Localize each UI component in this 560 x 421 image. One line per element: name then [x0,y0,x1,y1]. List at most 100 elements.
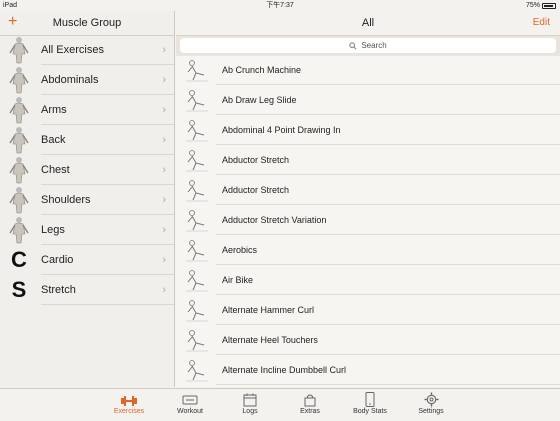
chevron-right-icon: › [162,104,166,116]
chevron-right-icon: › [162,194,166,206]
muscle-group-item[interactable]: Abdominals › [0,65,174,95]
tab-logs[interactable]: Logs [220,389,280,421]
muscle-group-title: Muscle Group [52,17,122,29]
muscle-group-header: + Muscle Group [0,11,174,36]
exercise-illustration-icon [183,57,211,83]
tab-bar: Exercises Workout Logs Extras Body Stats Sett… [0,388,560,420]
battery-icon [542,2,556,9]
exercise-item[interactable]: Alternate Incline Dumbbell Curl [176,355,560,385]
exercise-illustration-icon [183,87,211,113]
muscle-group-item[interactable]: Back › [0,125,174,155]
battery-indicator: 75% [526,0,556,11]
exercise-item[interactable]: Alternate Heel Touchers [176,325,560,355]
abdominals-muscle-icon [5,66,33,94]
search-bar: Search [176,36,560,56]
exercise-label: Air Bike [222,275,254,285]
muscle-group-label: All Exercises [41,44,104,56]
shoulders-muscle-icon [5,186,33,214]
muscle-group-label: Back [41,134,66,146]
muscle-group-label: Stretch [41,284,76,296]
muscle-group-item[interactable]: Arms › [0,95,174,125]
muscle-group-item[interactable]: Legs › [0,215,174,245]
tab-label: Logs [242,408,258,415]
gear-icon [401,389,461,407]
exercise-label: Alternate Incline Dumbbell Curl [222,365,347,375]
edit-button[interactable]: Edit [533,11,550,35]
chest-muscle-icon [5,156,33,184]
muscle-group-label: Abdominals [41,74,99,86]
exercise-label: Adductor Stretch [222,185,290,195]
workout-icon [160,389,220,407]
full-body-figure-icon [5,36,33,64]
tab-label: Settings [418,408,444,415]
battery-percent: 75% [525,2,540,9]
exercise-item[interactable]: Aerobics [176,235,560,265]
exercise-item[interactable]: Abdominal 4 Point Drawing In [176,115,560,145]
chevron-right-icon: › [162,224,166,236]
muscle-group-label: Arms [41,104,67,116]
tab-extras[interactable]: Extras [280,389,340,421]
bag-icon [280,389,340,407]
tab-workout[interactable]: Workout [160,389,220,421]
tab-label: Extras [300,408,320,415]
muscle-group-label: Chest [41,164,70,176]
search-icon [349,41,357,50]
exercise-illustration-icon [183,147,211,173]
exercise-label: Alternate Hammer Curl [222,305,315,315]
exercise-list: Ab Crunch Machine Ab Draw Leg Slide Abdomi… [176,55,560,385]
chevron-right-icon: › [162,284,166,296]
muscle-group-item[interactable]: Shoulders › [0,185,174,215]
phone-stats-icon [340,389,400,407]
exercise-item[interactable]: Adductor Stretch [176,175,560,205]
back-muscle-icon [5,126,33,154]
exercise-illustration-icon [183,117,211,143]
clock: 下午7:37 [266,2,294,9]
tab-label: Exercises [113,408,145,415]
tab-label: Body Stats [353,408,387,415]
chevron-right-icon: › [162,164,166,176]
letter-c-icon: C [5,246,33,274]
muscle-group-item[interactable]: Chest › [0,155,174,185]
letter-glyph: C [11,247,27,272]
status-bar: iPad 下午7:37 75% [0,0,560,11]
search-input[interactable]: Search [180,38,556,53]
tab-settings[interactable]: Settings [401,389,461,421]
dumbbell-icon [99,389,159,407]
arms-muscle-icon [5,96,33,124]
exercise-pane: All Edit Search Ab Crunch Machine Ab Draw… [176,11,560,387]
chevron-right-icon: › [162,74,166,86]
tab-body-stats[interactable]: Body Stats [340,389,400,421]
exercise-illustration-icon [183,207,211,233]
chevron-right-icon: › [162,134,166,146]
tab-exercises[interactable]: Exercises [99,389,159,421]
muscle-group-pane: + Muscle Group All Exercises › Abdominals ›… [0,11,175,387]
exercise-label: Abdominal 4 Point Drawing In [222,125,341,135]
letter-s-icon: S [5,276,33,304]
exercise-illustration-icon [183,297,211,323]
exercise-item[interactable]: Abductor Stretch [176,145,560,175]
exercise-illustration-icon [183,237,211,263]
exercise-item[interactable]: Alternate Hammer Curl [176,295,560,325]
exercise-illustration-icon [183,327,211,353]
muscle-group-label: Shoulders [41,194,91,206]
muscle-group-item[interactable]: All Exercises › [0,35,174,65]
exercise-label: Abductor Stretch [222,155,290,165]
exercise-label: Aerobics [222,245,258,255]
letter-glyph: S [11,277,27,302]
exercise-item[interactable]: Ab Crunch Machine [176,55,560,85]
chevron-right-icon: › [162,254,166,266]
exercise-item[interactable]: Ab Draw Leg Slide [176,85,560,115]
tab-label: Workout [177,408,203,415]
exercise-label: Alternate Heel Touchers [222,335,318,345]
exercise-list-title: All [361,17,375,29]
muscle-group-item[interactable]: C Cardio › [0,245,174,275]
exercise-item[interactable]: Adductor Stretch Variation [176,205,560,235]
search-placeholder: Search [361,41,387,50]
exercise-item[interactable]: Air Bike [176,265,560,295]
exercise-illustration-icon [183,357,211,383]
chevron-right-icon: › [162,44,166,56]
muscle-group-item[interactable]: S Stretch › [0,275,174,305]
muscle-group-label: Cardio [41,254,74,266]
muscle-group-list: All Exercises › Abdominals › Arms › Back › Chest… [0,35,174,305]
exercise-illustration-icon [183,267,211,293]
